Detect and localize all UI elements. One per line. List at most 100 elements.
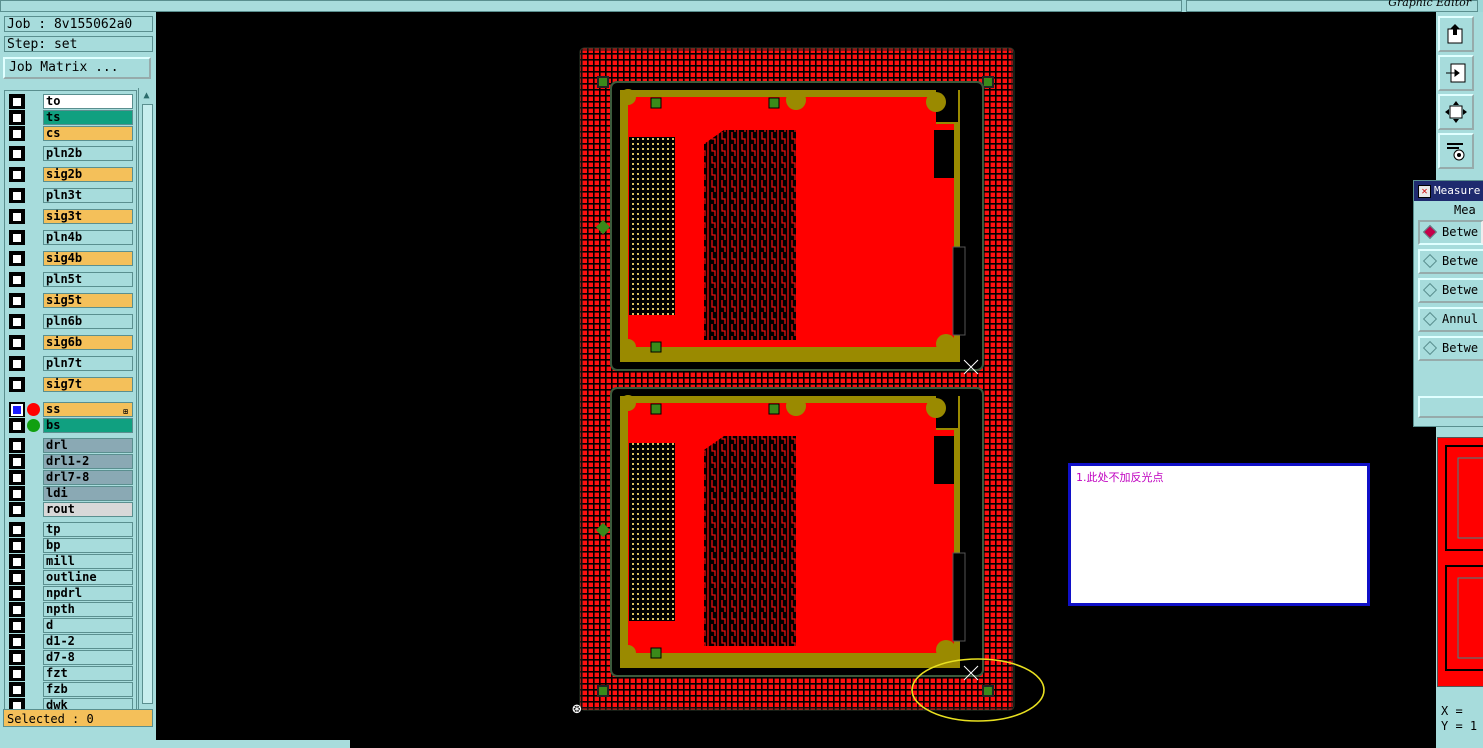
layer-checkbox[interactable] (11, 211, 23, 223)
measure-option[interactable]: Annul (1418, 307, 1483, 332)
layer-name[interactable]: outline (43, 570, 133, 585)
import-button[interactable] (1438, 55, 1474, 91)
layer-checkbox[interactable] (11, 556, 23, 568)
layer-checkbox[interactable] (11, 636, 23, 648)
scroll-up-icon[interactable]: ▲ (140, 89, 153, 102)
layer-name[interactable]: mill (43, 554, 133, 569)
layer-checkbox[interactable] (11, 190, 23, 202)
measure-footer-button[interactable] (1418, 396, 1483, 418)
layer-row-to[interactable]: to (7, 94, 133, 109)
comment-note[interactable]: 1.此处不加反光点 (1068, 463, 1370, 606)
layer-row-pln4b[interactable]: pln4b (7, 230, 133, 245)
layer-checkbox[interactable] (11, 274, 23, 286)
layer-name[interactable]: pln7t (43, 356, 133, 371)
layer-checkbox[interactable] (11, 540, 23, 552)
layer-checkbox[interactable] (11, 404, 23, 416)
layer-checkbox[interactable] (11, 253, 23, 265)
measure-title-bar[interactable]: ✕ Measure (1414, 181, 1483, 201)
layer-name[interactable]: drl (43, 438, 133, 453)
layer-name[interactable]: bp (43, 538, 133, 553)
layer-row-ss[interactable]: ss ⊞ (7, 402, 133, 417)
layer-name[interactable]: pln2b (43, 146, 133, 161)
layer-checkbox[interactable] (11, 420, 23, 432)
layer-checkbox[interactable] (11, 524, 23, 536)
layer-row-sig3t[interactable]: sig3t (7, 209, 133, 224)
layer-name[interactable]: sig6b (43, 335, 133, 350)
layer-checkbox[interactable] (11, 316, 23, 328)
layer-row-drl7-8[interactable]: drl7-8 (7, 470, 133, 485)
layer-row-d7-8[interactable]: d7-8 (7, 650, 133, 665)
layer-row-sig4b[interactable]: sig4b (7, 251, 133, 266)
layer-checkbox[interactable] (11, 440, 23, 452)
layer-name[interactable]: bs (43, 418, 133, 433)
layer-name[interactable]: cs (43, 126, 133, 141)
layer-row-d1-2[interactable]: d1-2 (7, 634, 133, 649)
layer-row-pln5t[interactable]: pln5t (7, 272, 133, 287)
layer-row-sig2b[interactable]: sig2b (7, 167, 133, 182)
measure-option[interactable]: Betwe (1418, 249, 1483, 274)
layer-checkbox[interactable] (11, 456, 23, 468)
tools-button[interactable] (1438, 133, 1474, 169)
layer-row-drl1-2[interactable]: drl1-2 (7, 454, 133, 469)
layer-row-pln7t[interactable]: pln7t (7, 356, 133, 371)
layer-name[interactable]: ts (43, 110, 133, 125)
export-button[interactable] (1438, 16, 1474, 52)
layer-checkbox[interactable] (11, 472, 23, 484)
layer-name[interactable]: ss ⊞ (43, 402, 133, 417)
layer-checkbox[interactable] (11, 358, 23, 370)
layer-name[interactable]: to (43, 94, 133, 109)
layer-name[interactable]: drl7-8 (43, 470, 133, 485)
graphic-canvas[interactable]: ⊛ (156, 12, 1436, 748)
layer-checkbox[interactable] (11, 604, 23, 616)
layer-name[interactable]: pln4b (43, 230, 133, 245)
layer-name[interactable]: pln3t (43, 188, 133, 203)
layer-name[interactable]: d (43, 618, 133, 633)
layer-name[interactable]: tp (43, 522, 133, 537)
layer-name[interactable]: sig2b (43, 167, 133, 182)
layer-checkbox[interactable] (11, 112, 23, 124)
layer-name[interactable]: npth (43, 602, 133, 617)
layer-row-ldi[interactable]: ldi (7, 486, 133, 501)
layer-name[interactable]: d1-2 (43, 634, 133, 649)
measure-option[interactable]: Betwe (1418, 220, 1483, 245)
layer-row-bp[interactable]: bp (7, 538, 133, 553)
layer-checkbox[interactable] (11, 96, 23, 108)
layer-name[interactable]: fzt (43, 666, 133, 681)
display-color-icon[interactable] (27, 419, 40, 432)
layer-checkbox[interactable] (11, 668, 23, 680)
display-color-icon[interactable] (27, 403, 40, 416)
layer-checkbox[interactable] (11, 488, 23, 500)
layer-checkbox[interactable] (11, 128, 23, 140)
fit-view-button[interactable] (1438, 94, 1474, 130)
layer-name[interactable]: sig7t (43, 377, 133, 392)
layer-row-pln2b[interactable]: pln2b (7, 146, 133, 161)
layer-name[interactable]: rout (43, 502, 133, 517)
layer-checkbox[interactable] (11, 232, 23, 244)
layer-checkbox[interactable] (11, 295, 23, 307)
layer-name[interactable]: npdrl (43, 586, 133, 601)
layer-name[interactable]: drl1-2 (43, 454, 133, 469)
layer-row-npdrl[interactable]: npdrl (7, 586, 133, 601)
scroll-thumb[interactable] (142, 104, 153, 704)
layer-checkbox[interactable] (11, 652, 23, 664)
layer-name[interactable]: pln6b (43, 314, 133, 329)
layer-checkbox[interactable] (11, 572, 23, 584)
layer-row-outline[interactable]: outline (7, 570, 133, 585)
layer-checkbox[interactable] (11, 148, 23, 160)
layer-row-mill[interactable]: mill (7, 554, 133, 569)
layer-name[interactable]: pln5t (43, 272, 133, 287)
layer-row-npth[interactable]: npth (7, 602, 133, 617)
layer-checkbox[interactable] (11, 337, 23, 349)
layer-name[interactable]: sig4b (43, 251, 133, 266)
layer-row-fzt[interactable]: fzt (7, 666, 133, 681)
layer-checkbox[interactable] (11, 684, 23, 696)
close-icon[interactable]: ✕ (1418, 185, 1431, 198)
layer-row-sig6b[interactable]: sig6b (7, 335, 133, 350)
overview-map[interactable] (1437, 437, 1483, 687)
layer-scrollbar[interactable]: ▲ ▼ (138, 88, 155, 724)
layer-row-ts[interactable]: ts (7, 110, 133, 125)
layer-checkbox[interactable] (11, 169, 23, 181)
layer-name[interactable]: sig3t (43, 209, 133, 224)
layer-row-fzb[interactable]: fzb (7, 682, 133, 697)
layer-row-pln6b[interactable]: pln6b (7, 314, 133, 329)
